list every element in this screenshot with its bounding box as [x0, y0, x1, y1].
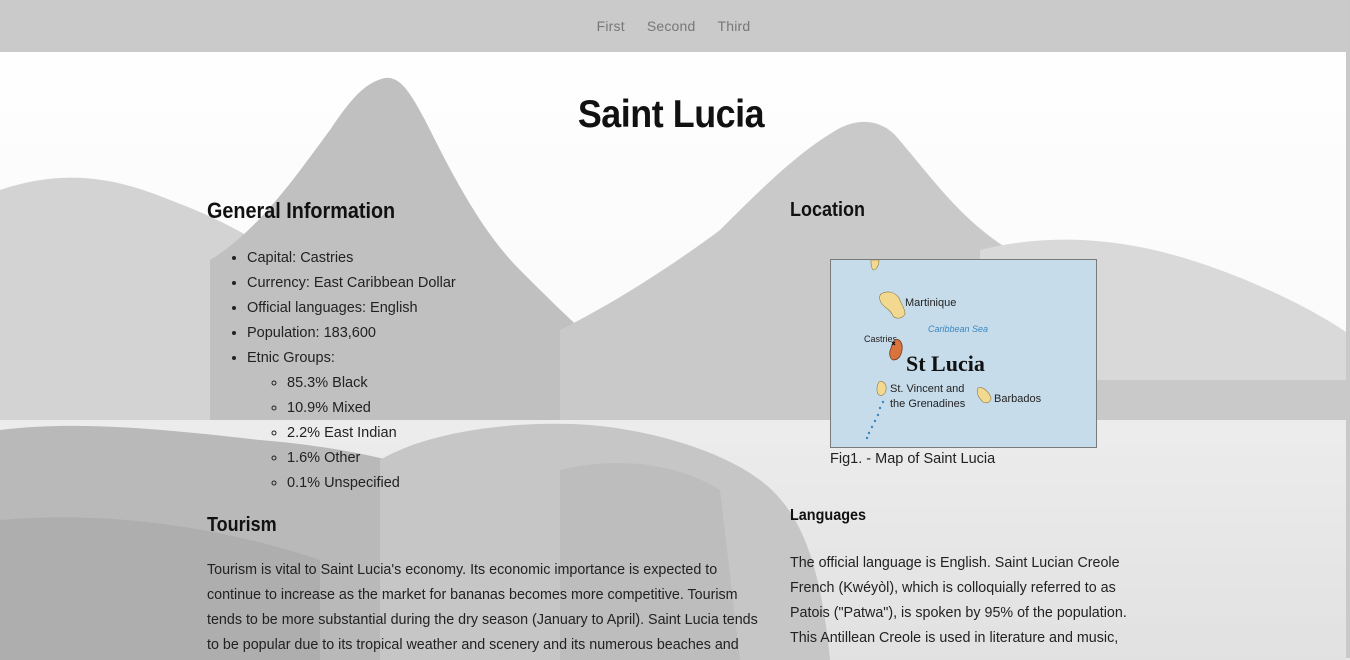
- map-label-st-vincent-line2: the Grenadines: [890, 398, 966, 410]
- location-heading: Location: [790, 199, 866, 221]
- list-item-languages: Official languages: English: [247, 296, 456, 321]
- map-label-martinique: Martinique: [905, 297, 956, 309]
- ethnic-groups-list: 85.3% Black 10.9% Mixed 2.2% East Indian…: [247, 371, 456, 496]
- map-label-caribbean-sea: Caribbean Sea: [928, 324, 988, 334]
- scrollbar-thumb[interactable]: [1346, 0, 1350, 658]
- top-navigation-bar: First Second Third: [0, 0, 1347, 52]
- nav-link-first[interactable]: First: [597, 18, 625, 34]
- list-item-ethnic-groups: Etnic Groups: 85.3% Black 10.9% Mixed 2.…: [247, 346, 456, 496]
- ethnic-group-item: 0.1% Unspecified: [287, 471, 456, 496]
- languages-heading: Languages: [790, 507, 867, 524]
- ethnic-group-item: 2.2% East Indian: [287, 421, 456, 446]
- page-content: Saint Lucia General Information Capital:…: [0, 0, 1350, 660]
- saint-lucia-map-image: Martinique Caribbean Sea Castries St Luc…: [830, 259, 1097, 448]
- ethnic-group-item: 10.9% Mixed: [287, 396, 456, 421]
- map-caption: Fig1. - Map of Saint Lucia: [830, 451, 996, 467]
- nav-link-third[interactable]: Third: [718, 18, 751, 34]
- general-information-heading: General Information: [207, 198, 396, 223]
- languages-paragraph: The official language is English. Saint …: [790, 555, 1127, 646]
- tourism-paragraph: Tourism is vital to Saint Lucia's econom…: [207, 562, 758, 653]
- page-title: Saint Lucia: [577, 93, 765, 136]
- ethnic-group-item: 85.3% Black: [287, 371, 456, 396]
- map-label-barbados: Barbados: [994, 393, 1042, 405]
- map-label-st-vincent-line1: St. Vincent and: [890, 383, 964, 395]
- tourism-heading: Tourism: [207, 514, 277, 536]
- list-item-capital: Capital: Castries: [247, 246, 456, 271]
- general-information-list: Capital: Castries Currency: East Caribbe…: [207, 246, 456, 496]
- list-item-population: Population: 183,600: [247, 321, 456, 346]
- vertical-scrollbar[interactable]: [1346, 0, 1350, 660]
- map-label-st-lucia: St Lucia: [906, 351, 985, 376]
- ethnic-groups-label: Etnic Groups:: [247, 350, 335, 366]
- nav-link-second[interactable]: Second: [647, 18, 696, 34]
- list-item-currency: Currency: East Caribbean Dollar: [247, 271, 456, 296]
- st-vincent-island-shape: [876, 381, 887, 396]
- ethnic-group-item: 1.6% Other: [287, 446, 456, 471]
